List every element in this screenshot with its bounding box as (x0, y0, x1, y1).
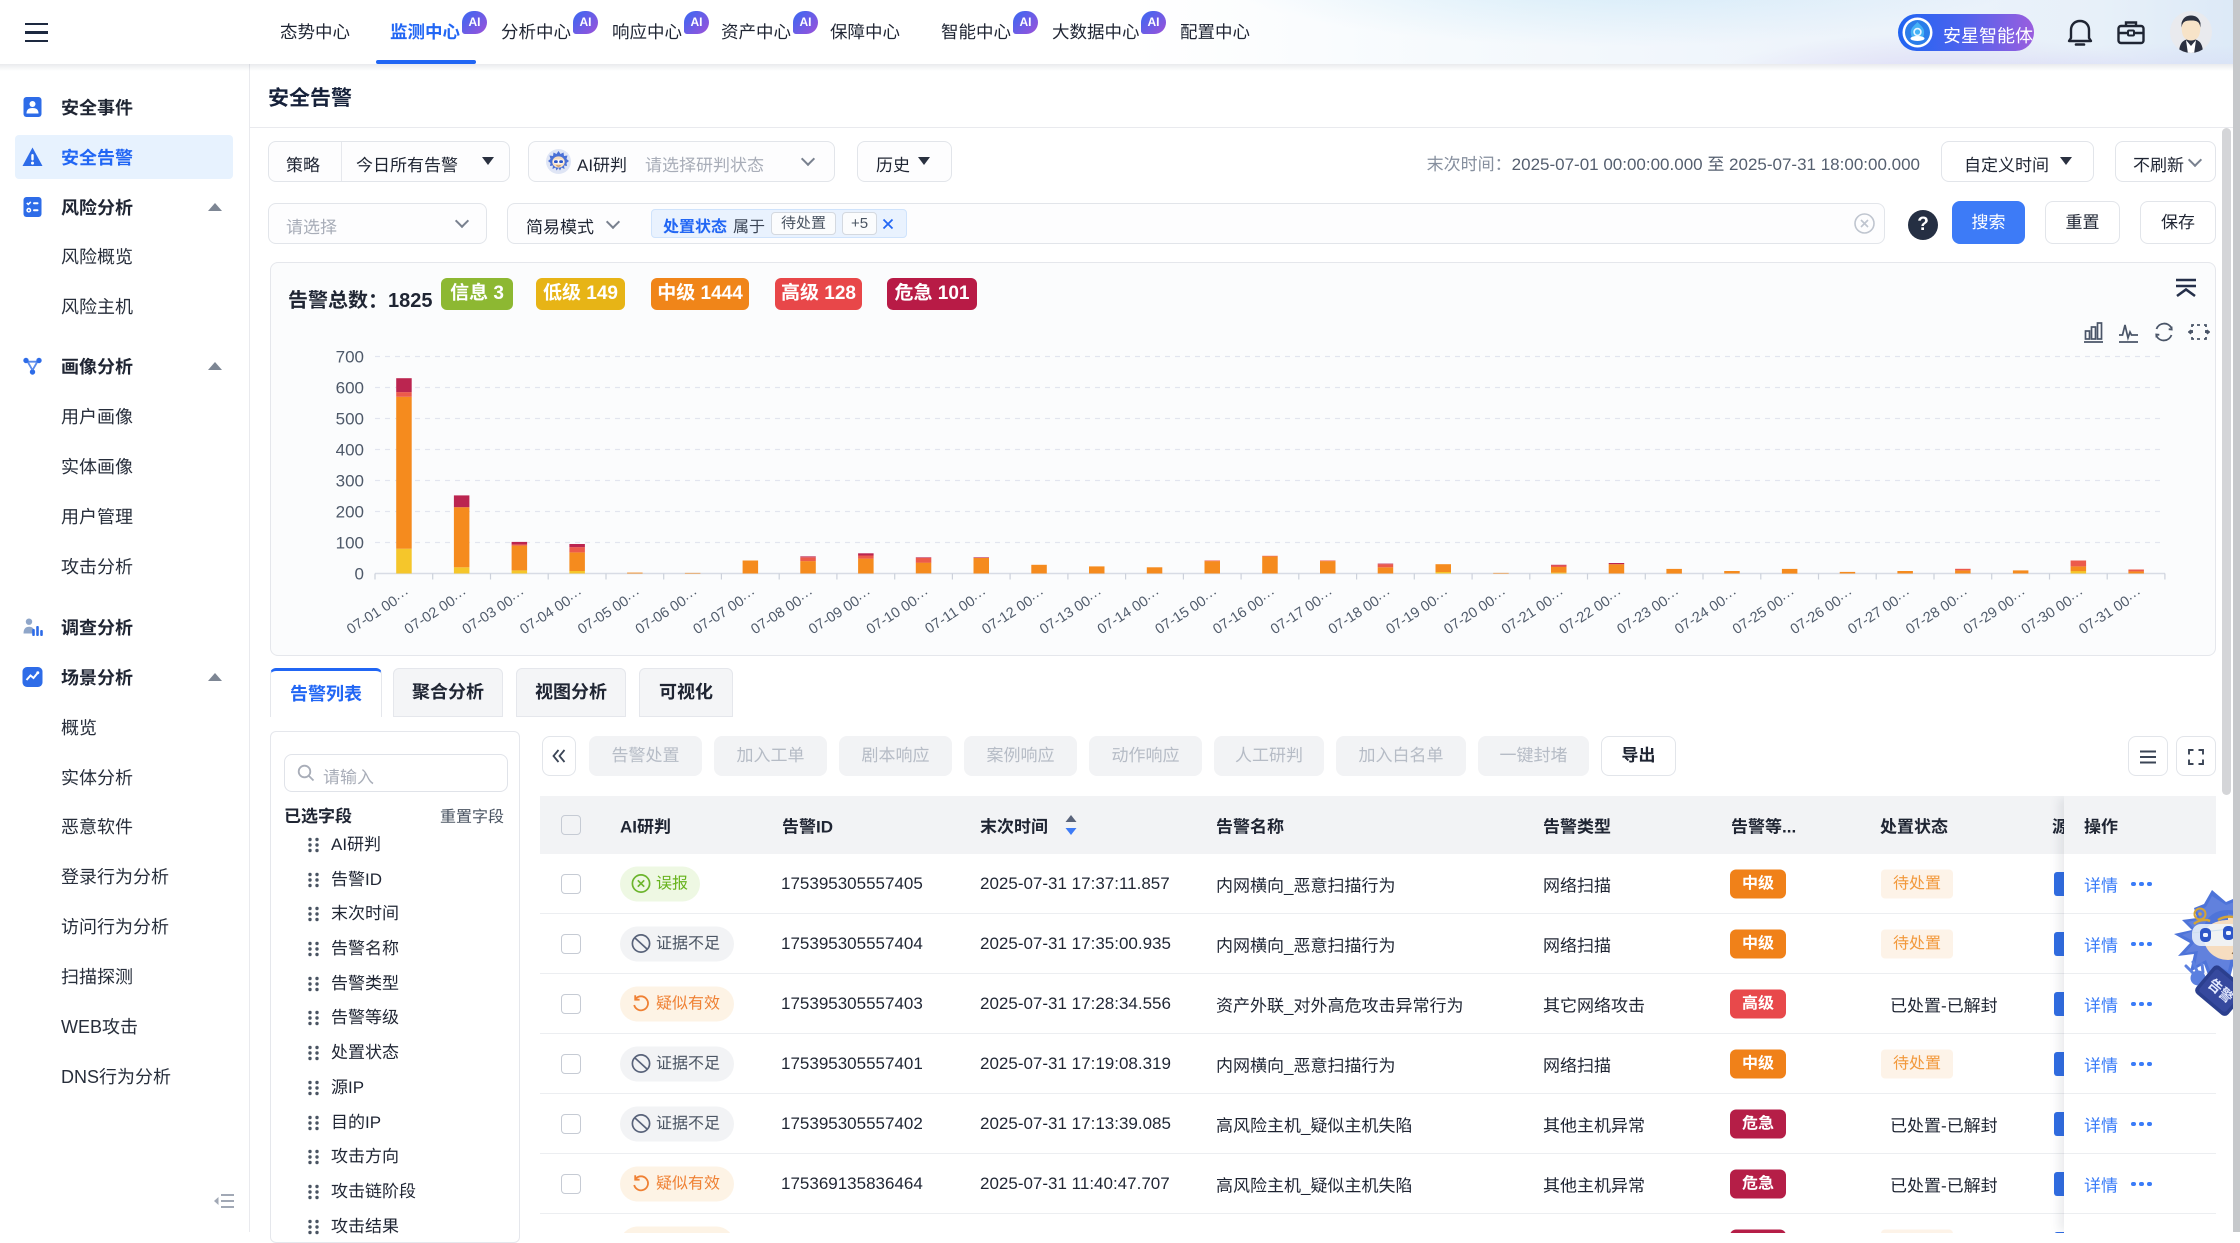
svg-text:07-28 00···: 07-28 00··· (1903, 585, 1972, 637)
svg-text:07-21 00···: 07-21 00··· (1499, 585, 1568, 637)
svg-text:07-13 00···: 07-13 00··· (1037, 585, 1106, 637)
svg-text:07-17 00···: 07-17 00··· (1268, 585, 1337, 637)
svg-text:07-02 00···: 07-02 00··· (402, 585, 471, 637)
svg-text:700: 700 (336, 348, 364, 367)
svg-text:0: 0 (355, 565, 364, 584)
svg-text:07-23 00···: 07-23 00··· (1615, 585, 1684, 637)
svg-text:300: 300 (336, 472, 364, 491)
svg-text:07-15 00···: 07-15 00··· (1153, 585, 1222, 637)
svg-text:07-27 00···: 07-27 00··· (1845, 585, 1914, 637)
svg-text:600: 600 (336, 379, 364, 398)
svg-text:07-09 00···: 07-09 00··· (806, 585, 875, 637)
svg-text:07-25 00···: 07-25 00··· (1730, 585, 1799, 637)
svg-text:200: 200 (336, 503, 364, 522)
svg-text:07-05 00···: 07-05 00··· (575, 585, 644, 637)
svg-text:07-03 00···: 07-03 00··· (460, 585, 529, 637)
svg-text:07-19 00···: 07-19 00··· (1384, 585, 1453, 637)
svg-text:07-11 00···: 07-11 00··· (923, 585, 991, 637)
svg-text:07-01 00···: 07-01 00··· (344, 585, 413, 637)
svg-text:07-18 00···: 07-18 00··· (1326, 585, 1395, 637)
svg-text:07-31 00···: 07-31 00··· (2076, 585, 2145, 637)
svg-text:07-04 00···: 07-04 00··· (517, 585, 586, 637)
svg-text:100: 100 (336, 534, 364, 553)
svg-text:07-14 00···: 07-14 00··· (1095, 585, 1164, 637)
svg-text:07-12 00···: 07-12 00··· (979, 585, 1048, 637)
svg-text:07-29 00···: 07-29 00··· (1961, 585, 2030, 637)
svg-text:400: 400 (336, 441, 364, 460)
svg-text:07-20 00···: 07-20 00··· (1441, 585, 1510, 637)
svg-text:07-30 00···: 07-30 00··· (2019, 585, 2088, 637)
svg-text:07-24 00···: 07-24 00··· (1672, 585, 1741, 637)
svg-text:07-22 00···: 07-22 00··· (1557, 585, 1626, 637)
svg-text:07-06 00···: 07-06 00··· (633, 585, 702, 637)
svg-text:07-10 00···: 07-10 00··· (864, 585, 933, 637)
svg-text:07-08 00···: 07-08 00··· (748, 585, 817, 637)
svg-text:07-07 00···: 07-07 00··· (691, 585, 760, 637)
svg-text:07-16 00···: 07-16 00··· (1210, 585, 1279, 637)
svg-text:500: 500 (336, 410, 364, 429)
svg-text:07-26 00···: 07-26 00··· (1788, 585, 1857, 637)
